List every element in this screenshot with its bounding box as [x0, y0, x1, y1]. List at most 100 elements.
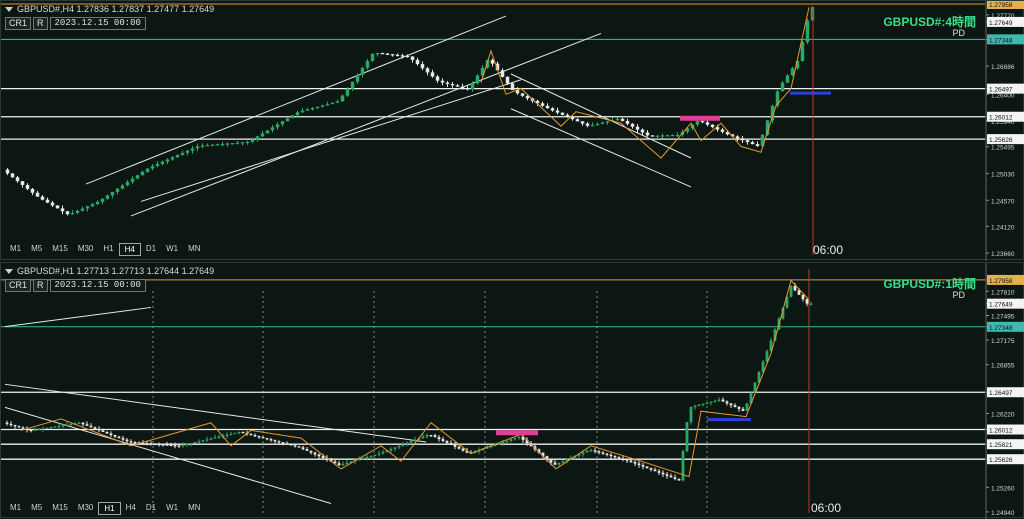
candle-body [295, 112, 300, 116]
timeframe-m15[interactable]: M15 [47, 243, 73, 254]
candle-body [729, 403, 733, 406]
candle-body [45, 199, 50, 203]
collapse-triangle-icon[interactable] [5, 6, 13, 12]
candle-body [745, 403, 749, 411]
timeframe-h4[interactable]: H4 [121, 502, 141, 513]
timeframe-m1[interactable]: M1 [5, 502, 26, 513]
candle-body [350, 81, 355, 89]
timeframe-h1[interactable]: H1 [98, 243, 118, 254]
axis-price-highlight-text: 1.26012 [989, 428, 1013, 435]
candle-body [713, 400, 717, 402]
h4-time-label: 06:00 [813, 243, 844, 257]
timeframe-w1[interactable]: W1 [161, 502, 183, 513]
candle-body [113, 435, 117, 437]
trend-line[interactable] [510, 108, 692, 188]
candle-body [617, 457, 621, 459]
candle-body [5, 422, 9, 424]
timeframe-d1[interactable]: D1 [141, 502, 161, 513]
candle-body [289, 444, 293, 446]
axis-price-label: 1.25495 [991, 145, 1015, 152]
candle-body [500, 70, 505, 77]
h1-time-label: 06:00 [811, 501, 842, 515]
candle-body [235, 142, 240, 144]
candle-body [693, 405, 697, 408]
cr1-button[interactable]: CR1 [5, 17, 32, 30]
candle-body [360, 67, 365, 75]
timeframe-m5[interactable]: M5 [26, 502, 47, 513]
candle-body [389, 448, 393, 451]
candle-body [181, 444, 185, 447]
timeframe-m15[interactable]: M15 [47, 502, 73, 513]
cr1-button[interactable]: CR1 [5, 279, 32, 292]
candle-body [725, 401, 729, 404]
candle-body [720, 129, 725, 132]
candle-body [55, 205, 60, 209]
candle-body [735, 136, 740, 139]
candle-body [15, 177, 20, 182]
h4-chart-window[interactable]: 1.277701.276491.273481.268861.264971.264… [0, 0, 1024, 261]
candle-body [157, 443, 161, 446]
h1-chart-window[interactable]: 1.27958 1.27810 1.27649 1.27495 1.27348 1.271… [0, 262, 1024, 519]
candle-body [669, 475, 673, 478]
collapse-triangle-icon[interactable] [5, 268, 13, 274]
candle-body [390, 54, 395, 56]
candle-body [180, 152, 185, 156]
timeframe-mn[interactable]: MN [183, 502, 205, 513]
candle-body [105, 431, 109, 434]
trend-line[interactable] [4, 306, 152, 328]
candle-body [225, 434, 229, 436]
axis-price-label: 1.26886 [991, 64, 1015, 71]
r-button[interactable]: R [33, 279, 48, 292]
candle-body [590, 125, 595, 127]
h1-price-chart[interactable]: 1.27958 1.27810 1.27649 1.27495 1.27348 1.271… [1, 263, 1024, 519]
datetime-field[interactable]: 2023.12.15 00:00 [49, 279, 146, 292]
candle-body [700, 121, 705, 123]
candle-body [325, 104, 330, 106]
datetime-field[interactable]: 2023.12.15 00:00 [49, 17, 146, 30]
trend-line[interactable] [85, 15, 507, 185]
timeframe-h1[interactable]: H1 [98, 502, 121, 515]
trend-line[interactable] [140, 79, 522, 202]
candle-body [53, 426, 57, 428]
candle-body [65, 424, 69, 426]
r-button[interactable]: R [33, 17, 48, 30]
candle-body [173, 445, 177, 447]
candle-body [660, 135, 665, 137]
candle-body [20, 181, 25, 186]
candle-body [501, 441, 505, 444]
candle-body [257, 436, 261, 438]
trend-line[interactable] [510, 73, 692, 159]
timeframe-mn[interactable]: MN [183, 243, 205, 254]
candle-body [260, 133, 265, 137]
candle-body [601, 452, 605, 454]
h1-toolbar: CR1 R 2023.12.15 00:00 [5, 279, 146, 292]
candle-body [800, 42, 805, 61]
candle-body [685, 421, 689, 452]
timeframe-m5[interactable]: M5 [26, 243, 47, 254]
axis-price-highlight-text: 1.27958 [989, 278, 1013, 285]
h1-timeframe-bar: M1 M5 M15 M30 H1 H4 D1 W1 MN [5, 502, 206, 515]
candle-body [620, 118, 625, 121]
timeframe-m30[interactable]: M30 [73, 502, 99, 513]
candle-body [721, 399, 725, 402]
timeframe-m30[interactable]: M30 [73, 243, 99, 254]
candle-body [85, 206, 90, 209]
candle-body [101, 430, 105, 432]
trend-line[interactable] [130, 32, 602, 217]
candle-body [581, 452, 585, 455]
timeframe-m1[interactable]: M1 [5, 243, 26, 254]
candle-body [717, 399, 721, 401]
timeframe-d1[interactable]: D1 [141, 243, 161, 254]
timeframe-w1[interactable]: W1 [161, 243, 183, 254]
candle-body [5, 169, 10, 174]
candle-body [570, 117, 575, 120]
candle-body [520, 93, 525, 96]
candle-body [585, 123, 590, 126]
candle-body [705, 122, 710, 125]
timeframe-h4[interactable]: H4 [118, 243, 141, 256]
candle-body [655, 135, 660, 137]
h4-price-chart[interactable]: 1.277701.276491.273481.268861.264971.264… [1, 1, 1024, 261]
trend-line[interactable] [4, 383, 427, 443]
axis-price-highlight-text: 1.27348 [989, 325, 1013, 332]
candle-body [255, 136, 260, 140]
